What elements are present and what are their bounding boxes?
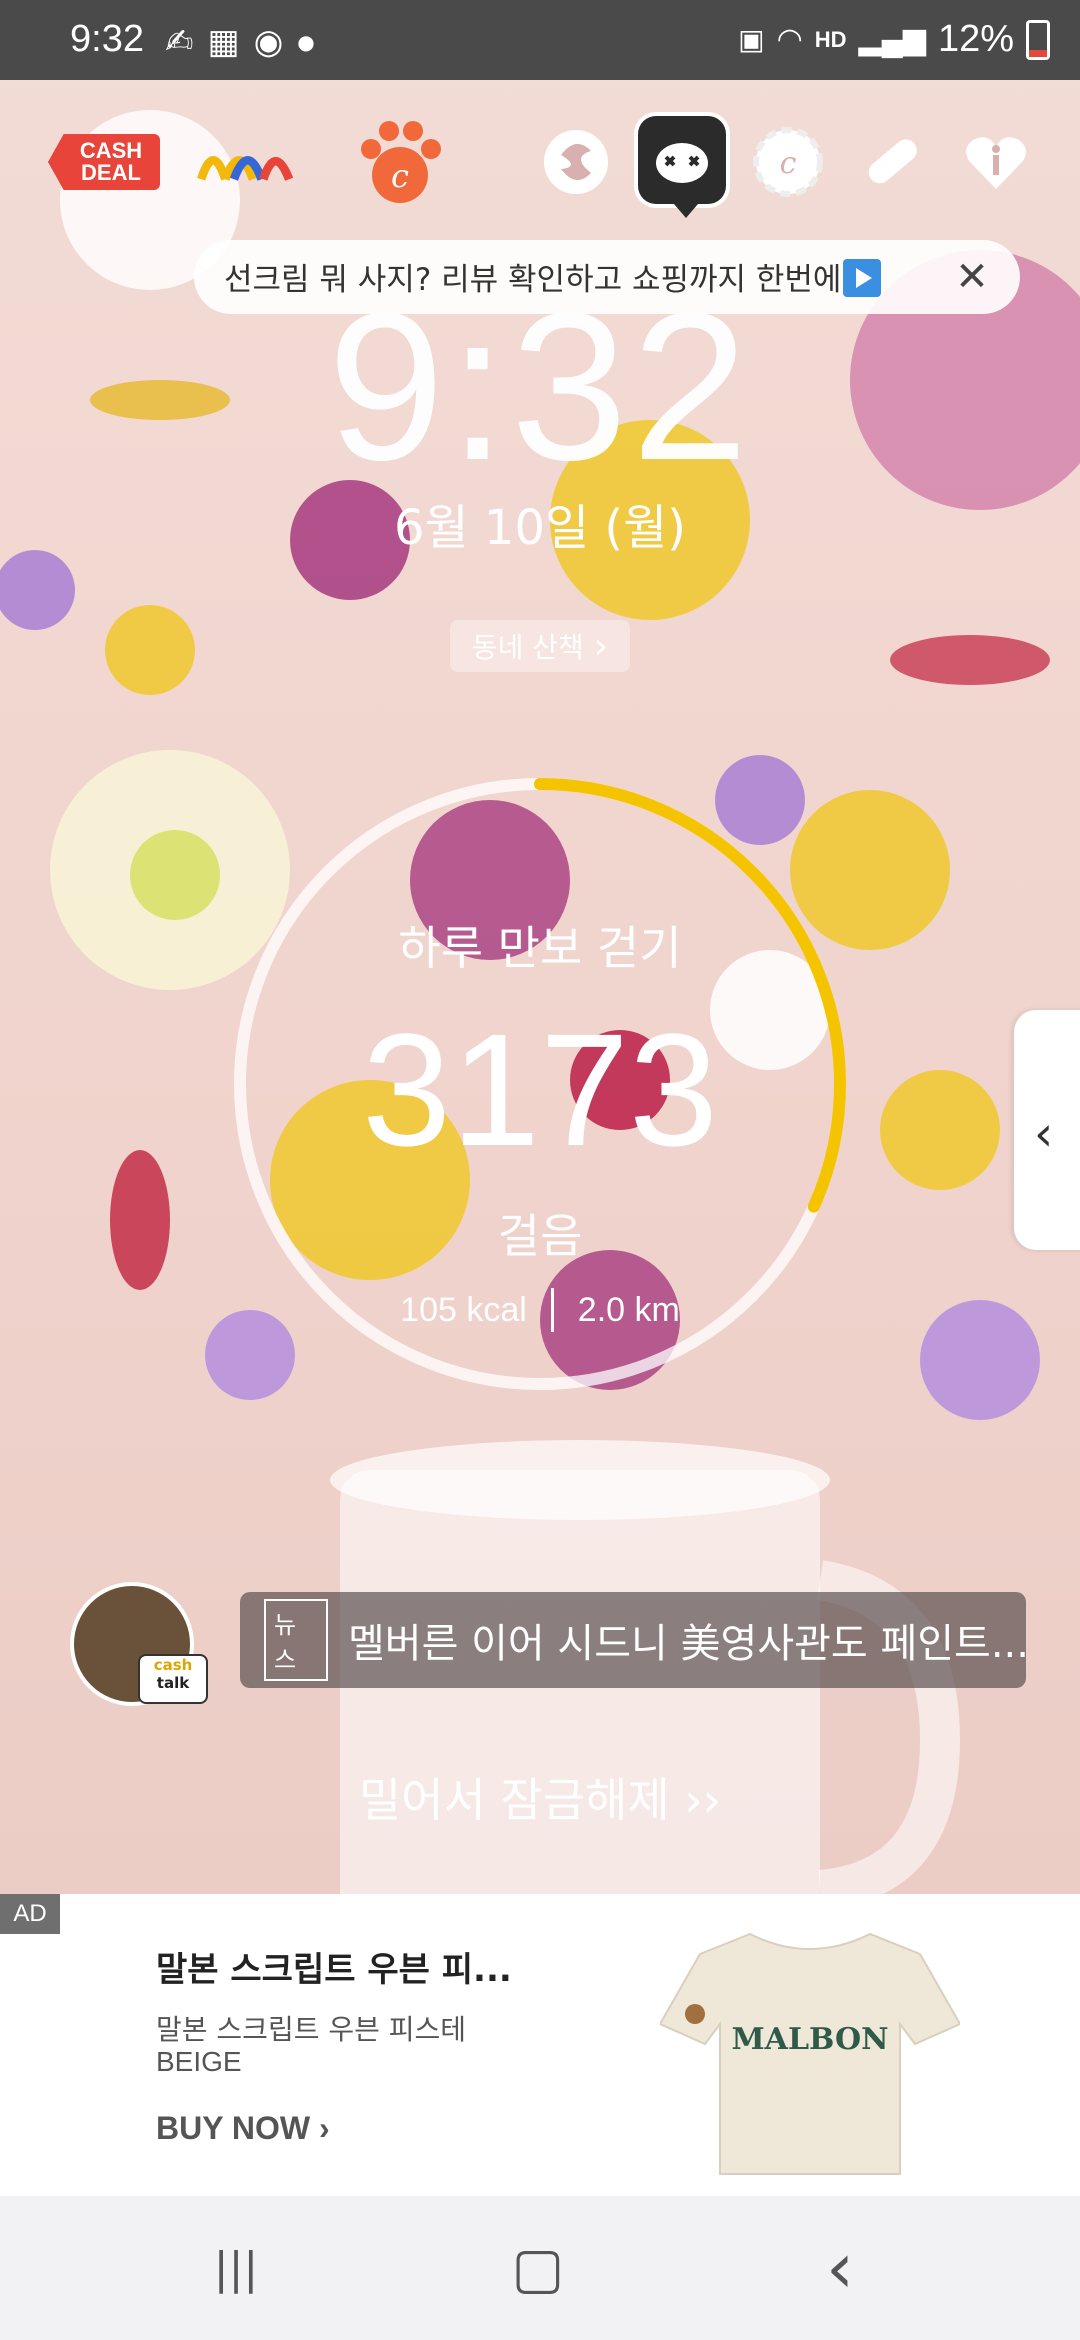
svg-text:c: c — [780, 146, 797, 181]
ad-banner[interactable]: AD 말본 스크립트 우븐 피... 말본 스크립트 우븐 피스테 BEIGE … — [0, 1894, 1080, 2196]
home-button[interactable]: ▢ — [498, 2236, 578, 2301]
news-headline: 멜버른 이어 시드니 美영사관도 페인트... — [347, 1621, 1026, 1667]
wifi-icon: ◠ — [776, 23, 803, 56]
edge-panel-handle[interactable]: ‹ — [1014, 1010, 1080, 1250]
status-notification-icons: ✍ ▦ ◉ ● — [165, 22, 315, 62]
battery-saver-icon: ▣ — [738, 24, 765, 55]
battery-icon — [1026, 19, 1050, 60]
step-stats: 105 kcal 2.0 km — [0, 1288, 1080, 1332]
signal-icon: ▂▄▆ — [858, 23, 926, 56]
app-shortcut-row: CASH DEAL c c — [0, 112, 1080, 232]
ad-tag: AD — [0, 1894, 60, 1934]
svg-text:c: c — [391, 157, 409, 195]
paw-app-icon[interactable]: c — [350, 112, 450, 212]
s-logo-app-icon[interactable] — [526, 112, 626, 212]
ad-subtitle: 말본 스크립트 우븐 피스테 — [156, 2013, 467, 2046]
chevron-left-icon: ‹ — [1034, 1106, 1054, 1162]
status-right: ▣ ◠ HD ▂▄▆ 12% — [738, 18, 1050, 61]
heart-info-app-icon[interactable] — [946, 112, 1046, 212]
swipe-to-unlock-label[interactable]: 밀어서 잠금해제 ›› — [0, 1764, 1080, 1830]
stats-divider — [550, 1288, 554, 1332]
neighborhood-walk-button[interactable]: 동네 산책 › — [450, 620, 630, 672]
notification-account-icon: ◉ — [253, 22, 284, 62]
recents-button[interactable]: ||| — [196, 2236, 276, 2300]
distance-value: 2.0 km — [577, 1290, 680, 1329]
battery-percent: 12% — [937, 18, 1014, 60]
cat-face-app-icon[interactable] — [638, 116, 726, 218]
lockscreen-date: 6월 10일 (월) — [393, 500, 687, 556]
calories-value: 105 kcal — [400, 1290, 527, 1329]
ad-color: BEIGE — [156, 2046, 242, 2077]
notification-app-icon: ▦ — [207, 22, 240, 62]
lockscreen-clock: 9:32 — [327, 269, 753, 504]
notification-dot-icon: ● — [297, 30, 315, 54]
cashtalk-badge: cash talk — [138, 1654, 208, 1704]
notification-runner-icon: ✍ — [165, 22, 194, 62]
ad-buy-now-button[interactable]: BUY NOW › — [156, 2110, 330, 2147]
navigation-bar: ||| ▢ ‹ — [0, 2196, 1080, 2340]
tshirt-product-image: MALBON — [660, 1932, 960, 2175]
news-tag: 뉴스 — [264, 1599, 328, 1681]
tshirt-print-text: MALBON — [731, 2022, 888, 2057]
step-count: 3173 — [362, 1000, 718, 1179]
back-button[interactable]: ‹ — [800, 2227, 880, 2309]
coin-app-icon[interactable]: c — [738, 112, 838, 212]
chevron-right-icon: › — [593, 625, 609, 667]
ad-title: 말본 스크립트 우븐 피... — [156, 1950, 512, 1990]
hd-voice-label: HD — [814, 26, 847, 52]
status-time: 9:32 — [70, 18, 144, 60]
walk-chip-label: 동네 산책 — [471, 631, 584, 664]
cashtalk-avatar[interactable]: cash talk — [70, 1582, 208, 1706]
status-bar: 9:32 ✍ ▦ ◉ ● ▣ ◠ HD ▂▄▆ 12% — [0, 0, 1080, 80]
pill-app-icon[interactable] — [842, 112, 942, 212]
step-goal-title: 하루 만보 걷기 — [398, 921, 682, 975]
news-ticker[interactable]: 뉴스 멜버른 이어 시드니 美영사관도 페인트... — [240, 1592, 1026, 1688]
cashdeal-app-icon[interactable]: CASH DEAL — [48, 134, 160, 190]
rainbow-app-icon[interactable] — [196, 112, 296, 212]
step-unit-label: 걸음 — [497, 1209, 583, 1263]
